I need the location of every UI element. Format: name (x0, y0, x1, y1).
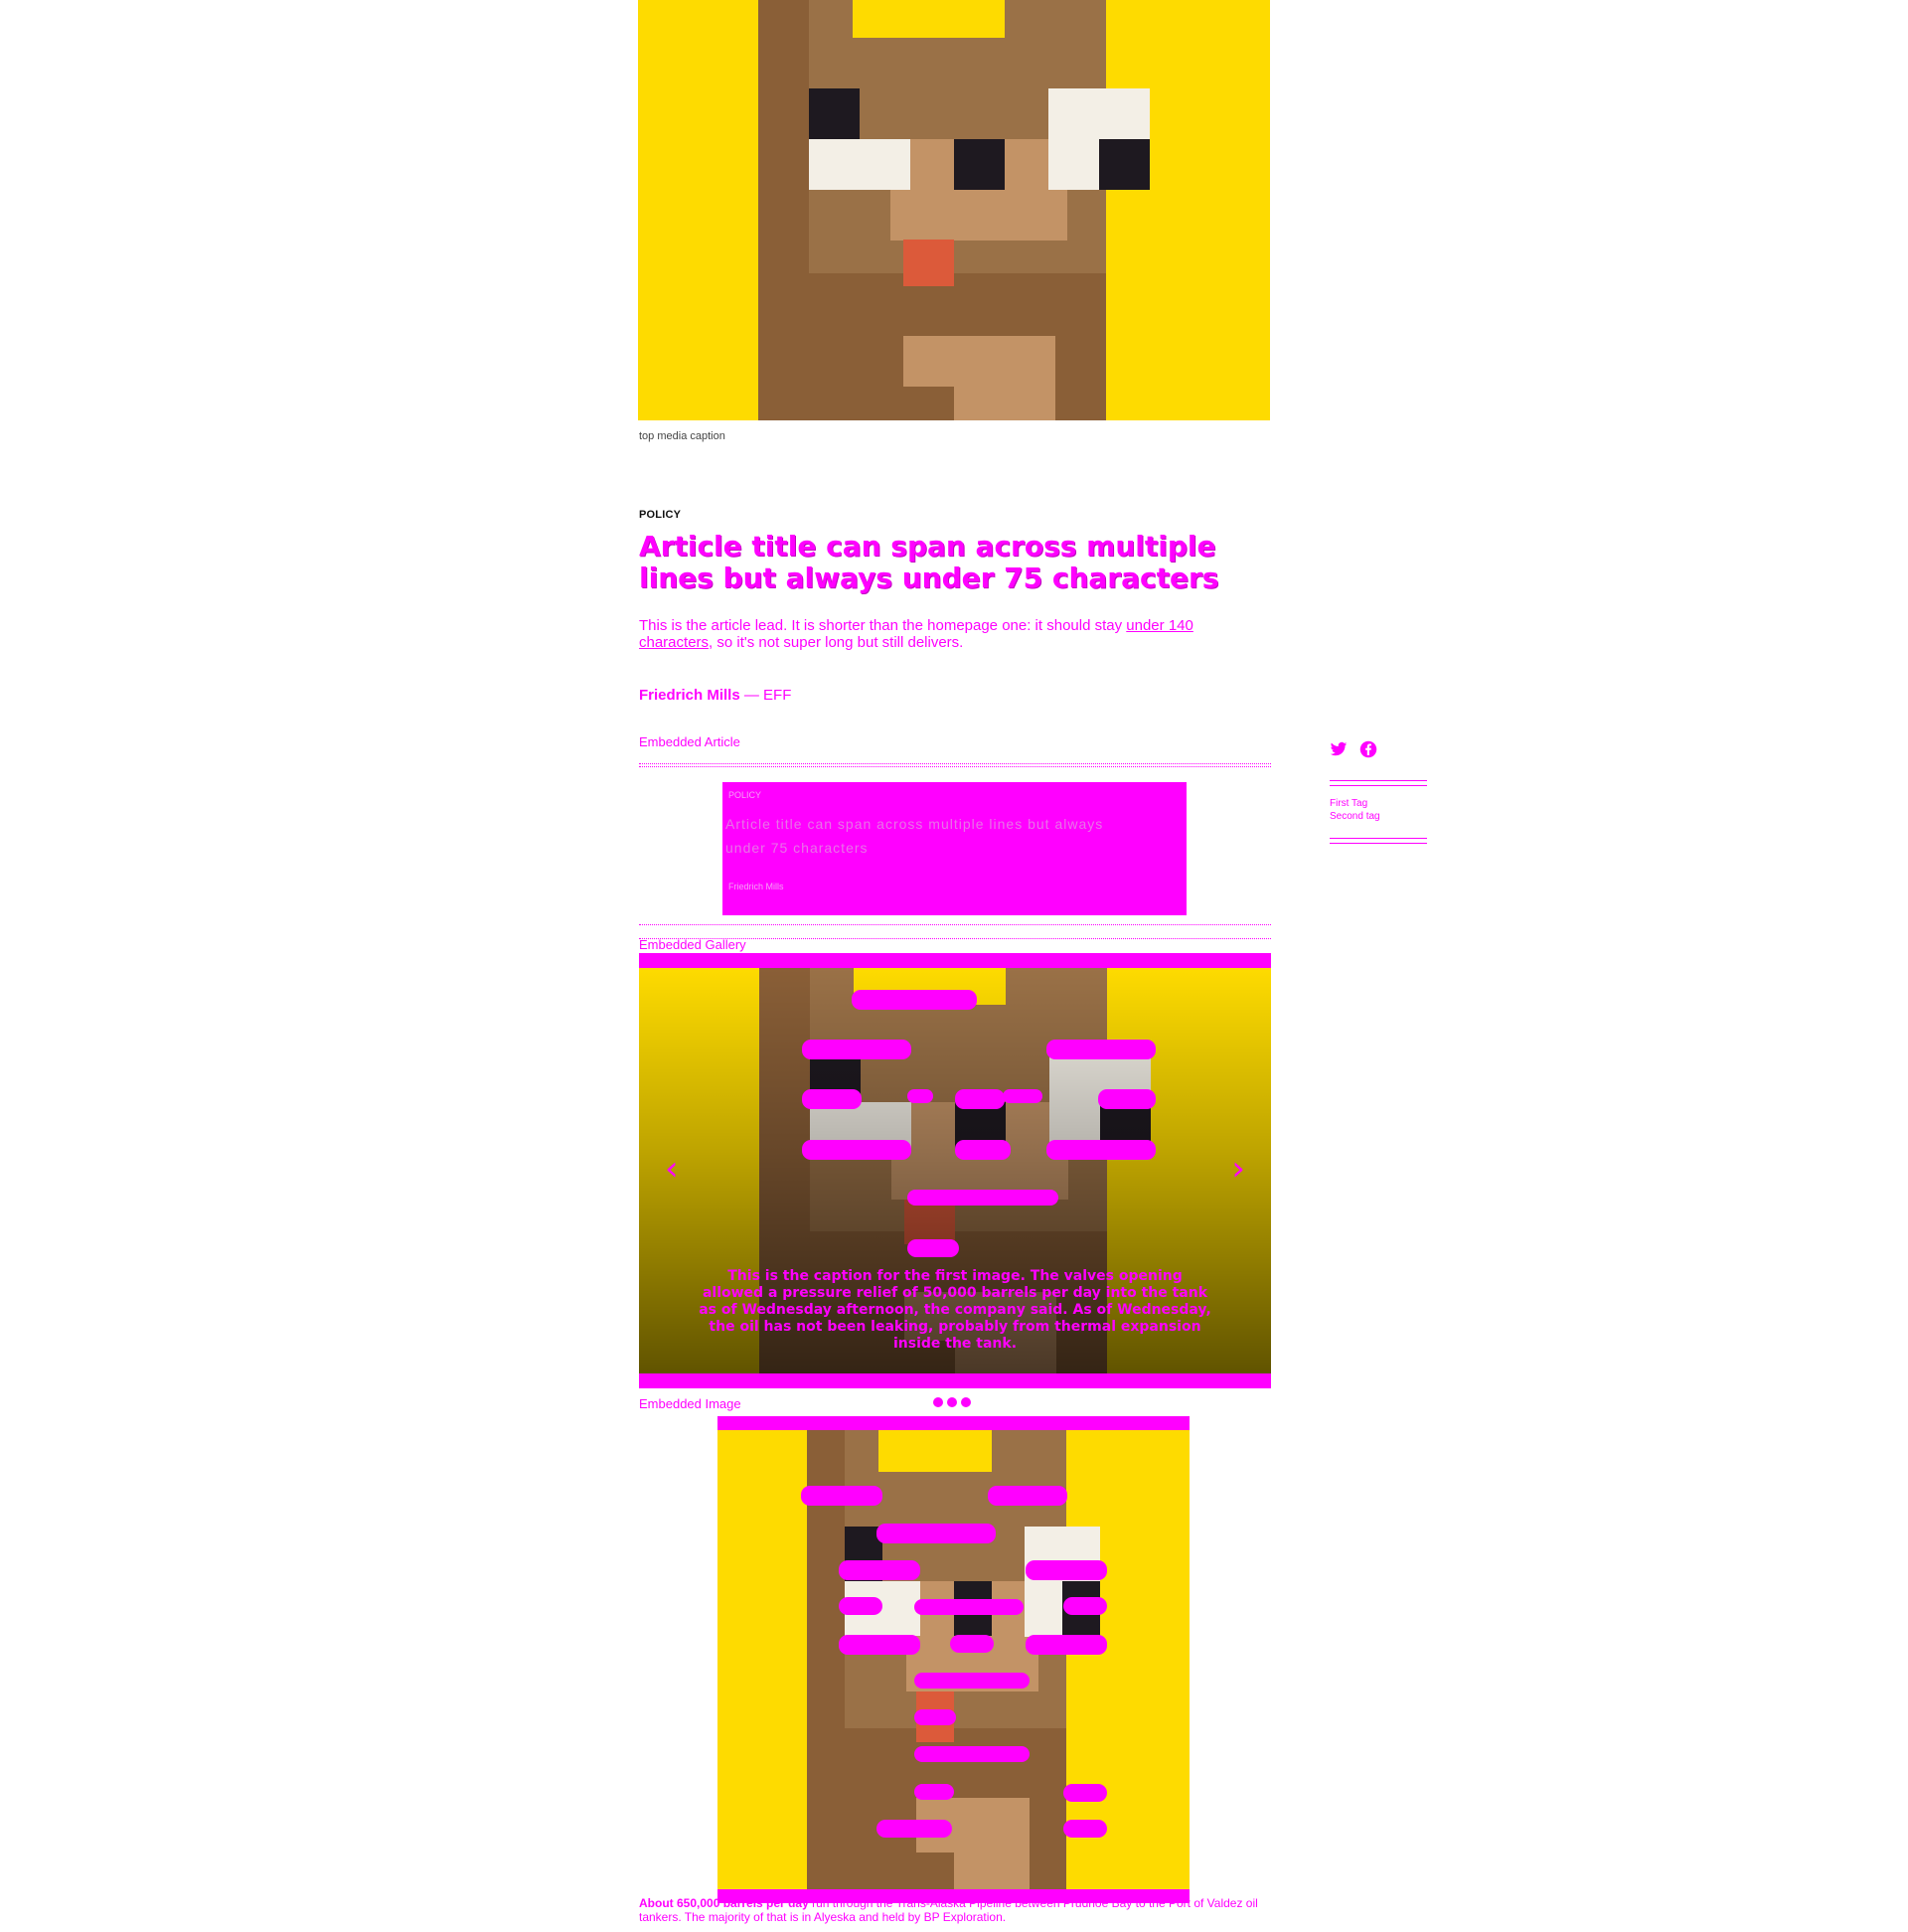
embedded-gallery-label: Embedded Gallery (639, 937, 746, 952)
embedded-image (717, 1416, 1190, 1903)
highlight-blob (839, 1635, 920, 1655)
gallery-caption: This is the caption for the first image.… (699, 1268, 1211, 1352)
sprite-pixel (878, 1430, 992, 1472)
sidebar-divider (1330, 785, 1427, 786)
lead-text-end: , so it's not super long but still deliv… (709, 634, 964, 651)
embedded-article-card[interactable]: POLICY Article title can span across mul… (722, 782, 1187, 915)
highlight-blob (1026, 1635, 1107, 1655)
sprite-pixel (809, 139, 910, 190)
sprite-pixel (809, 88, 860, 139)
highlight-blob (955, 1140, 1011, 1160)
highlight-blob (1003, 1089, 1042, 1103)
body-strong: About 650,000 barrels per day (639, 1896, 809, 1910)
gallery-prev-arrow[interactable]: ‹ (665, 1152, 679, 1186)
share-bar (1330, 740, 1385, 758)
highlight-blob (1098, 1089, 1156, 1109)
sprite-pixel (903, 240, 954, 286)
highlight-blob (914, 1709, 956, 1725)
highlight-blob (1046, 1140, 1156, 1160)
highlight-blob (1063, 1784, 1107, 1802)
divider (639, 766, 1271, 767)
highlight-blob (801, 1486, 882, 1506)
gallery-next-arrow[interactable]: › (1231, 1152, 1245, 1186)
gallery-dot[interactable] (933, 1397, 943, 1407)
highlight-blob (876, 1820, 952, 1838)
highlight-blob (852, 990, 977, 1010)
sprite-pixel (916, 1852, 954, 1889)
top-media-caption: top media caption (639, 430, 725, 442)
sidebar-divider (1330, 780, 1427, 781)
highlight-blob (907, 1190, 1058, 1206)
highlight-blob (876, 1524, 996, 1543)
highlight-blob (907, 1239, 959, 1257)
sprite-pixel (1099, 139, 1150, 190)
divider (639, 924, 1271, 925)
embedded-article-label: Embedded Article (639, 734, 740, 749)
highlight-blob (914, 1784, 954, 1800)
tag-list: First Tag Second tag (1330, 797, 1380, 823)
highlight-blob (914, 1599, 1024, 1615)
tag-link[interactable]: Second tag (1330, 810, 1380, 823)
top-media-image (638, 0, 1270, 420)
highlight-blob (907, 1089, 933, 1103)
highlight-blob (950, 1635, 994, 1653)
author-link[interactable]: Friedrich Mills (639, 687, 740, 704)
sidebar-divider (1330, 843, 1427, 844)
article-lead: This is the article lead. It is shorter … (639, 617, 1235, 651)
highlight-blob (839, 1597, 882, 1615)
article-kicker[interactable]: POLICY (639, 509, 681, 521)
publication-name[interactable]: EFF (763, 687, 791, 704)
byline: Friedrich Mills — EFF (639, 687, 791, 704)
highlight-blob (914, 1746, 1030, 1762)
byline-separator: — (743, 687, 759, 704)
highlight-blob (1063, 1820, 1107, 1838)
sprite-pixel (903, 387, 954, 420)
embedded-article-kicker: POLICY (728, 790, 762, 800)
gallery-bottom-band (639, 1373, 1271, 1388)
sidebar-divider (1330, 838, 1427, 839)
highlight-blob (802, 1140, 911, 1160)
sprite-pixel (1150, 294, 1270, 420)
article-title: Article title can span across multiple l… (639, 530, 1219, 594)
highlight-blob (802, 1040, 911, 1059)
sprite-pixel (853, 0, 1005, 38)
tag-link[interactable]: First Tag (1330, 797, 1380, 810)
gallery-top-band (639, 953, 1271, 968)
image-top-band (717, 1416, 1190, 1430)
highlight-blob (988, 1486, 1067, 1506)
embedded-image-picture (717, 1430, 1190, 1889)
highlight-blob (955, 1089, 1005, 1109)
embedded-article-meta: Friedrich Mills (728, 882, 784, 891)
highlight-blob (839, 1560, 920, 1580)
highlight-blob (914, 1673, 1030, 1689)
sprite-pixel (954, 139, 1005, 190)
twitter-icon[interactable] (1330, 740, 1348, 758)
embedded-gallery: ‹ › This is the caption for the first im… (639, 953, 1271, 1388)
highlight-blob (1046, 1040, 1156, 1059)
embedded-article-title: Article title can span across multiple l… (725, 816, 1104, 856)
lead-text: This is the article lead. It is shorter … (639, 617, 1123, 634)
highlight-blob (1026, 1560, 1107, 1580)
sprite-pixel (1100, 1751, 1190, 1889)
divider (639, 763, 1271, 764)
embedded-image-label: Embedded Image (639, 1396, 741, 1411)
gallery-pagination (933, 1394, 975, 1412)
highlight-blob (1063, 1597, 1107, 1615)
gallery-dot[interactable] (947, 1397, 957, 1407)
facebook-icon[interactable] (1359, 740, 1377, 758)
article-body: About 650,000 barrels per day run throug… (639, 1896, 1271, 1924)
highlight-blob (802, 1089, 862, 1109)
gallery-dot[interactable] (961, 1397, 971, 1407)
